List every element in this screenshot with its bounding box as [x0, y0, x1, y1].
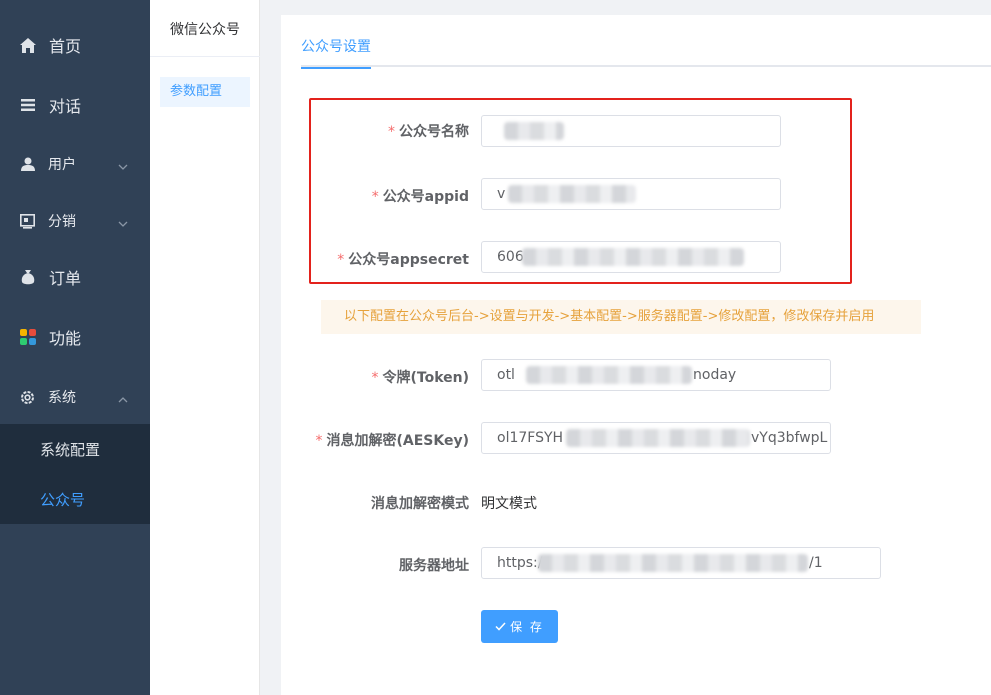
- save-button-label: 保 存: [510, 620, 544, 634]
- server-url-label: 服务器地址: [399, 558, 469, 574]
- check-icon: [495, 620, 506, 634]
- encryption-mode-value: 明文模式: [481, 496, 537, 512]
- secondary-menu-title: 微信公众号: [150, 0, 260, 57]
- token-label: * 令牌(Token): [371, 370, 469, 386]
- sidebar-item-label: 用户: [48, 157, 76, 173]
- label-text: 消息加解密(AESKey): [326, 433, 469, 449]
- sidebar-item-label: 订单: [49, 269, 82, 288]
- sidebar-item-features[interactable]: 功能: [0, 307, 150, 367]
- input-value: 606: [497, 249, 524, 265]
- appsecret-input[interactable]: 606: [481, 241, 781, 273]
- sidebar-item-distribution[interactable]: 分销: [0, 191, 150, 251]
- sidebar-item-home[interactable]: 首页: [0, 15, 150, 75]
- submenu-item-official-account[interactable]: 公众号: [0, 474, 150, 524]
- redaction-blur: [522, 248, 744, 266]
- chevron-down-icon: [117, 215, 129, 227]
- label-text: 公众号appsecret: [348, 252, 469, 268]
- token-input[interactable]: otl noday: [481, 359, 831, 391]
- tab-active-indicator: [301, 67, 371, 69]
- sidebar-item-chat[interactable]: 对话: [0, 75, 150, 135]
- grid-icon: [19, 329, 36, 346]
- sidebar-item-orders[interactable]: 订单: [0, 247, 150, 307]
- redaction-blur: [566, 429, 750, 447]
- redaction-blur: [504, 122, 564, 140]
- encryption-mode-label: 消息加解密模式: [371, 496, 469, 512]
- sidebar-item-label: 对话: [49, 97, 82, 116]
- tab-bar: 公众号设置: [301, 15, 991, 69]
- sidebar-item-label: 系统: [48, 390, 76, 406]
- sidebar-item-system[interactable]: 系统: [0, 367, 150, 427]
- input-value-suffix: /1: [809, 555, 823, 571]
- label-text: 公众号appid: [382, 189, 469, 205]
- appid-label: * 公众号appid: [371, 189, 469, 205]
- label-text: 公众号名称: [399, 124, 469, 140]
- input-value-suffix: noday: [693, 367, 737, 383]
- input-value-prefix: otl: [497, 367, 515, 383]
- chevron-down-icon: [117, 158, 129, 170]
- tab-label: 公众号设置: [301, 39, 371, 55]
- config-notice: 以下配置在公众号后台->设置与开发->基本配置->服务器配置->修改配置，修改保…: [321, 300, 921, 334]
- submenu-item-system-config[interactable]: 系统配置: [0, 424, 150, 474]
- appsecret-label: * 公众号appsecret: [337, 252, 469, 268]
- account-name-input[interactable]: [481, 115, 781, 147]
- sidebar-item-label: 分销: [48, 214, 76, 230]
- aes-key-label: * 消息加解密(AESKey): [315, 433, 469, 449]
- gear-icon: [19, 389, 36, 406]
- secondary-menu-item-params[interactable]: 参数配置: [160, 77, 250, 107]
- secondary-menu: 微信公众号 参数配置: [150, 0, 260, 695]
- redaction-blur: [508, 185, 636, 203]
- input-value-prefix: ol17FSYH: [497, 430, 564, 446]
- sidebar-item-users[interactable]: 用户: [0, 134, 150, 194]
- submenu-item-label: 公众号: [40, 490, 86, 509]
- user-icon: [19, 156, 36, 173]
- input-value-prefix: https:/: [497, 555, 543, 571]
- save-button[interactable]: 保 存: [481, 610, 558, 643]
- list-icon: [19, 97, 36, 114]
- sidebar: 首页 对话 用户 分销 订单 功能 系统 系统配置 公众号: [0, 0, 150, 695]
- input-value: v: [497, 186, 506, 202]
- label-text: 令牌(Token): [382, 370, 469, 386]
- account-name-label: * 公众号名称: [388, 124, 469, 140]
- submenu-item-label: 系统配置: [40, 440, 101, 459]
- tab-official-account-settings[interactable]: 公众号设置: [301, 15, 371, 69]
- order-bag-icon: [19, 269, 36, 286]
- server-url-input[interactable]: https:/ /1: [481, 547, 881, 579]
- system-submenu: 系统配置 公众号: [0, 424, 150, 524]
- distribution-icon: [19, 213, 36, 230]
- redaction-blur: [526, 366, 692, 384]
- input-value-suffix: vYq3bfwpL: [751, 430, 828, 446]
- redaction-blur: [538, 554, 808, 572]
- sidebar-item-label: 功能: [49, 329, 82, 348]
- aes-key-input[interactable]: ol17FSYH vYq3bfwpL: [481, 422, 831, 454]
- sidebar-item-label: 首页: [49, 37, 82, 56]
- appid-input[interactable]: v: [481, 178, 781, 210]
- chevron-up-icon: [117, 391, 129, 403]
- home-icon: [19, 37, 36, 54]
